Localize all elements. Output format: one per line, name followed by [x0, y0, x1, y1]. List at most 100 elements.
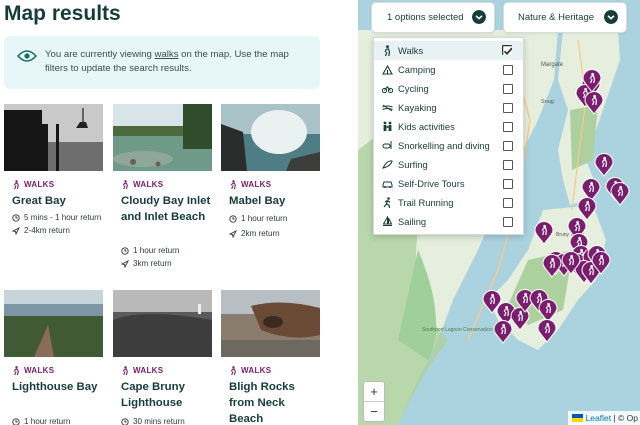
surfboard-icon [382, 160, 393, 169]
walk-marker-pin[interactable] [493, 320, 513, 344]
chevron-down-icon [472, 10, 486, 24]
result-card-mabel-bay[interactable]: WALKS Mabel Bay 1 hour return 2km return [221, 104, 320, 238]
card-photo [113, 104, 212, 171]
ukraine-flag-icon [572, 414, 584, 422]
checkbox[interactable] [503, 84, 513, 94]
distance-arrow-icon [229, 230, 237, 238]
family-icon [383, 121, 392, 131]
clock-icon [12, 418, 20, 425]
card-photo [221, 290, 320, 357]
walk-marker-pin[interactable] [584, 91, 604, 115]
card-meta: 1 hour return 2km return [229, 213, 287, 240]
clock-icon [12, 214, 20, 222]
card-title[interactable]: Great Bay [12, 193, 104, 209]
notice-text: You are currently viewing walks on the m… [45, 49, 289, 74]
walks-link[interactable]: walks [155, 49, 179, 60]
hiker-icon [230, 180, 236, 190]
hiker-icon [230, 366, 236, 376]
checkbox[interactable] [503, 141, 513, 151]
walk-marker-pin[interactable] [534, 221, 554, 245]
dropdown-item-camping[interactable]: Camping [374, 60, 523, 79]
card-title[interactable]: Lighthouse Bay [12, 379, 104, 395]
dropdown-item-surfing[interactable]: Surfing [374, 155, 523, 174]
walk-marker-pin[interactable] [537, 319, 557, 343]
zoom-in-button[interactable]: + [364, 382, 384, 402]
clock-icon [229, 215, 237, 223]
category-filter-button[interactable]: Nature & Heritage [503, 2, 627, 33]
hiker-icon [13, 180, 19, 190]
checkbox[interactable] [503, 179, 513, 189]
result-card-bligh-rocks[interactable]: WALKS Bligh Rocks from Neck Beach [221, 290, 320, 425]
walks-badge: WALKS [12, 366, 54, 376]
clock-icon [121, 418, 129, 425]
hiker-icon [13, 366, 19, 376]
dropdown-item-sailing[interactable]: Sailing [374, 212, 523, 231]
walks-badge: WALKS [12, 180, 54, 190]
result-card-cape-bruny-lighthouse[interactable]: WALKS Cape Bruny Lighthouse 30 mins retu… [113, 290, 212, 425]
result-card-lighthouse-bay[interactable]: WALKS Lighthouse Bay 1 hour return [4, 290, 103, 425]
card-meta: 5 mins - 1 hour return 2-4km return [12, 212, 101, 237]
zoom-control: + − [363, 381, 385, 422]
checkbox[interactable] [503, 160, 513, 170]
page-title: Map results [4, 2, 121, 25]
activity-dropdown: Walks Camping Cycling Kayaking Kids acti… [373, 37, 524, 235]
checkbox[interactable] [503, 217, 513, 227]
dropdown-item-snorkelling[interactable]: Snorkelling and diving [374, 136, 523, 155]
sailboat-icon [382, 216, 393, 226]
card-meta: 1 hour return 3km return [121, 245, 179, 270]
card-meta: 30 mins return [121, 416, 185, 425]
hiker-icon [122, 366, 128, 376]
card-meta: 1 hour return [12, 416, 70, 425]
card-photo [4, 104, 103, 171]
checkbox-checked[interactable] [502, 45, 512, 55]
map-notice: You are currently viewing walks on the m… [4, 36, 320, 89]
zoom-out-button[interactable]: − [364, 402, 384, 421]
card-title[interactable]: Bligh Rocks from Neck Beach [229, 379, 321, 425]
map-attribution: Leaflet | © Op [568, 411, 640, 425]
card-title[interactable]: Mabel Bay [229, 193, 321, 209]
checkbox[interactable] [503, 198, 513, 208]
results-panel: Map results You are currently viewing wa… [0, 0, 358, 425]
chevron-down-icon [604, 10, 618, 24]
options-filter-label: 1 options selected [387, 12, 464, 23]
clock-icon [121, 247, 129, 255]
dropdown-item-self-drive-tours[interactable]: Self-Drive Tours [374, 174, 523, 193]
dropdown-item-kayaking[interactable]: Kayaking [374, 98, 523, 117]
walk-marker-pin[interactable] [542, 254, 562, 278]
card-photo [221, 104, 320, 171]
category-filter-label: Nature & Heritage [518, 12, 595, 23]
card-photo [113, 290, 212, 357]
walks-badge: WALKS [121, 366, 163, 376]
checkbox[interactable] [503, 122, 513, 132]
checkbox[interactable] [503, 65, 513, 75]
checkbox[interactable] [503, 103, 513, 113]
card-title[interactable]: Cape Bruny Lighthouse [121, 379, 213, 411]
car-icon [382, 181, 393, 188]
walks-badge: WALKS [229, 366, 271, 376]
distance-arrow-icon [121, 260, 129, 268]
walk-marker-pin[interactable] [610, 182, 630, 206]
snorkel-icon [382, 141, 392, 149]
runner-icon [383, 197, 391, 208]
dropdown-item-cycling[interactable]: Cycling [374, 79, 523, 98]
bicycle-icon [382, 86, 393, 94]
dropdown-item-trail-running[interactable]: Trail Running [374, 193, 523, 212]
dropdown-item-walks[interactable]: Walks [374, 41, 523, 60]
walk-marker-pin[interactable] [538, 299, 558, 323]
result-card-great-bay[interactable]: WALKS Great Bay 5 mins - 1 hour return 2… [4, 104, 103, 235]
kayak-icon [382, 104, 393, 112]
walk-marker-pin[interactable] [594, 153, 614, 177]
tent-icon [382, 64, 393, 75]
eye-icon [17, 50, 37, 62]
card-title[interactable]: Cloudy Bay Inlet and Inlet Beach [121, 193, 213, 225]
walks-badge: WALKS [229, 180, 271, 190]
result-card-cloudy-bay[interactable]: WALKS Cloudy Bay Inlet and Inlet Beach 1… [113, 104, 212, 268]
options-filter-button[interactable]: 1 options selected [371, 2, 495, 33]
leaflet-link[interactable]: Leaflet [586, 413, 612, 423]
card-photo [4, 290, 103, 357]
walk-marker-pin[interactable] [577, 197, 597, 221]
distance-arrow-icon [12, 227, 20, 235]
hiker-icon [122, 180, 128, 190]
dropdown-item-kids-activities[interactable]: Kids activities [374, 117, 523, 136]
walks-badge: WALKS [121, 180, 163, 190]
